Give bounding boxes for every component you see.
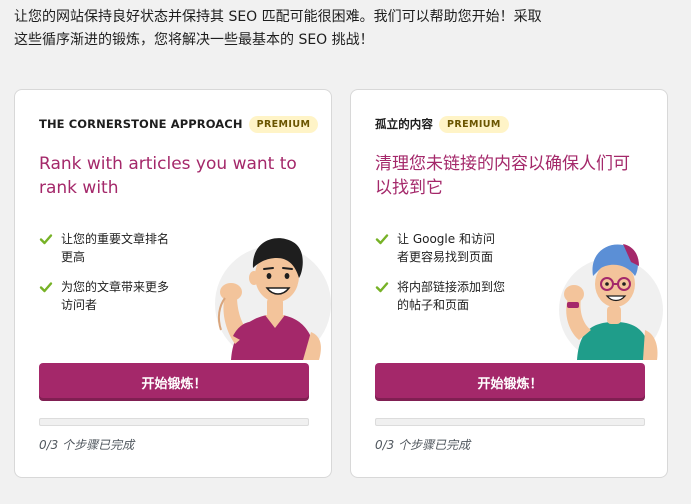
progress-text: 0/3 个步骤已完成 <box>375 438 471 452</box>
card-header: THE CORNERSTONE APPROACH PREMIUM <box>39 114 319 134</box>
benefit-item: 让您的重要文章排名更高 <box>39 230 169 266</box>
intro-line-2: 这些循序渐进的锻炼，您将解决一些最基本的 SEO 挑战！ <box>14 32 374 48</box>
premium-badge: PREMIUM <box>439 115 509 133</box>
benefit-text: 让 Google 和访问者更容易找到页面 <box>397 232 495 264</box>
card-header: 孤立的内容 PREMIUM <box>375 114 509 134</box>
intro-line-1: 让您的网站保持良好状态并保持其 SEO 匹配可能很困难。我们可以帮助您开始！采取 <box>14 9 542 25</box>
check-icon <box>39 234 53 245</box>
benefit-item: 让 Google 和访问者更容易找到页面 <box>375 230 505 266</box>
benefit-text: 让您的重要文章排名更高 <box>61 232 170 264</box>
start-workout-button[interactable]: 开始锻炼！ <box>39 363 309 401</box>
card-title: 清理您未链接的内容以确保人们可以找到它 <box>375 154 630 198</box>
benefit-item: 为您的文章带来更多访问者 <box>39 278 169 314</box>
benefit-item: 将内部链接添加到您的帖子和页面 <box>375 278 505 314</box>
benefit-text: 将内部链接添加到您的帖子和页面 <box>397 280 506 312</box>
check-icon <box>375 234 389 245</box>
start-workout-button[interactable]: 开始锻炼！ <box>375 363 645 401</box>
flexing-man-illustration <box>215 238 331 360</box>
intro-text: 让您的网站保持良好状态并保持其 SEO 匹配可能很困难。我们可以帮助您开始！采取… <box>14 6 674 52</box>
card-kicker: THE CORNERSTONE APPROACH <box>39 117 243 131</box>
flexing-woman-illustration <box>559 244 663 360</box>
progress-bar <box>39 418 309 426</box>
check-icon <box>39 282 53 293</box>
benefit-list: 让 Google 和访问者更容易找到页面 将内部链接添加到您的帖子和页面 <box>375 230 505 326</box>
check-icon <box>375 282 389 293</box>
card-kicker: 孤立的内容 <box>375 117 433 131</box>
workout-card-cornerstone: THE CORNERSTONE APPROACH PREMIUM Rank wi… <box>14 89 332 478</box>
progress-bar <box>375 418 645 426</box>
benefit-list: 让您的重要文章排名更高 为您的文章带来更多访问者 <box>39 230 169 326</box>
workout-card-orphaned: 孤立的内容 PREMIUM 清理您未链接的内容以确保人们可以找到它 让 Goog… <box>350 89 668 478</box>
progress-text: 0/3 个步骤已完成 <box>39 438 135 452</box>
benefit-text: 为您的文章带来更多访问者 <box>61 280 170 312</box>
card-title: Rank with articles you want to rank with <box>39 154 297 198</box>
premium-badge: PREMIUM <box>248 115 319 133</box>
